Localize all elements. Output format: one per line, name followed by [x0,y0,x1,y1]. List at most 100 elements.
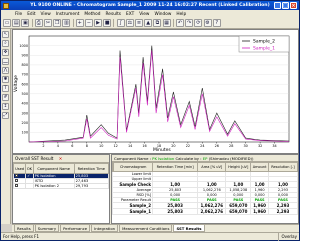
print-icon[interactable]: ⎙ [34,19,43,27]
col-chromatogram: Chromatogram [113,162,154,172]
cut-icon[interactable]: ✂ [43,19,52,27]
cell-value: 2,062,276 [197,208,227,215]
cell-value: 1,058,238 [225,187,252,193]
y-tick-label: 700 [22,73,28,77]
calculate-by-value: EP [202,156,208,161]
col-retention-time: Retention Time [min] [152,162,199,172]
app-icon [3,2,9,9]
copy-icon[interactable]: ❐ [53,19,62,27]
tab-sst-results[interactable]: SST Results [173,225,205,232]
menu-view[interactable]: View [41,12,51,17]
col-retention-time: Retention Time [73,163,110,174]
integrate-icon[interactable]: ∫ [116,19,125,27]
y-tick-label: 300 [22,111,28,115]
chart-icon[interactable]: ▲ [144,19,153,27]
settings-icon[interactable]: ⚙ [203,19,212,27]
maximize-button[interactable]: □ [282,2,289,9]
x-tick-label: 12 [114,144,118,148]
tab-measurement-conditions[interactable]: Measurement Conditions [119,225,173,232]
help-icon[interactable]: ? [212,19,221,27]
zoom-icon[interactable]: ⌕ [2,40,9,47]
report-icon[interactable]: ≡ [135,19,143,27]
y-tick-label: 800 [22,63,28,67]
menu-help[interactable]: Help [176,12,186,17]
legend-sample-1: Sample_1 [253,46,275,52]
tab-summary[interactable]: Summary [34,225,60,232]
col-component-name: Component Name [32,163,75,174]
status-bar: For Help, press F1 Overlay [1,232,299,241]
used-checkbox[interactable] [15,184,18,187]
x-tick-label: 30 [244,144,248,148]
redo-icon[interactable]: ↷ [185,19,194,27]
status-mode: Overlay [278,233,297,241]
col-used: Used [12,163,27,174]
fail-icon: ✕ [58,156,63,161]
x-axis-label: Minutes [153,147,171,153]
pan-icon[interactable]: ✥ [2,49,9,56]
x-tick-label: 4 [57,144,59,148]
undo-icon[interactable]: ↶ [175,19,184,27]
legend-sample-2: Sample_2 [253,39,275,45]
calibrate-icon[interactable]: ⚖ [125,19,134,27]
pointer-icon[interactable]: ↖ [2,31,9,38]
menu-view-2[interactable]: View [139,12,149,17]
cell-value: 659,070 [225,208,252,215]
menu-edit[interactable]: Edit [27,12,35,17]
y-tick-label: 600 [22,82,28,86]
baseline-icon[interactable]: ⎽ [2,58,9,65]
row-label: Sample Check [111,181,154,188]
fit-icon[interactable]: ⤢ [2,112,9,119]
new-icon[interactable]: ▭ [3,19,11,27]
table-icon[interactable]: ▦ [162,19,171,27]
marker-icon[interactable]: ✱ [2,76,9,83]
minimize-button[interactable]: _ [274,2,281,9]
open-icon[interactable]: ▤ [12,19,21,27]
peak-icon[interactable]: ⋀ [2,67,9,74]
table-row[interactable]: Sample_1 25,803 2,062,276 659,070 1,960 2,293 [111,208,299,215]
x-tick-label: 8 [86,144,88,148]
menu-bar: File Edit View Instrument Method Results… [1,10,299,18]
menu-ext[interactable]: EXT [126,12,134,17]
sst-component-table: Used OK Component Name Retention Time ✓ … [12,163,110,189]
x-tick-label: 28 [229,144,233,148]
overlay-icon[interactable]: ⧉ [153,19,162,27]
x-tick-label: 34 [272,144,276,148]
run-icon[interactable]: ▶ [94,19,103,27]
y-tick-label: 500 [22,92,28,96]
x-tick-label: 10 [99,144,103,148]
left-toolbar: ↖ ⌕ ✥ ⎽ ⋀ ✱ T # ↕ ⤢ [1,29,11,224]
method-name: (Shimadzu (MODIFIED)) [208,156,254,161]
sst-results-panel: Component Name : PK Isolation Calculate … [111,154,299,224]
used-checkbox[interactable] [15,179,18,182]
menu-window[interactable]: Window [154,12,171,17]
menu-file[interactable]: File [15,12,22,17]
y-axis-label: Voltage [13,75,19,92]
tab-integration[interactable]: Integration [91,225,119,232]
tab-performance[interactable]: Performance [60,225,91,232]
save-icon[interactable]: ▣ [21,19,30,27]
x-tick-label: 20 [171,144,175,148]
text-icon[interactable]: T [2,85,9,92]
window-title: YL 9100 ONLINE - Chromatogram Sample_1 2… [30,3,270,8]
menu-method[interactable]: Method [84,12,100,17]
grid-icon[interactable]: # [2,94,9,101]
stop-icon[interactable]: ■ [103,19,112,27]
close-button[interactable]: × [290,2,297,9]
cell-value: 1,960 [250,208,269,215]
zoom-in-icon[interactable]: + [75,19,84,27]
x-tick-label: 6 [71,144,73,148]
x-tick-label: 2 [42,144,44,148]
used-checkbox[interactable] [15,174,18,177]
table-row[interactable]: PK Isolation 2 29,793 [12,183,110,189]
x-tick-label: 22 [186,144,190,148]
zoom-out-icon[interactable]: − [84,19,93,27]
paste-icon[interactable]: ▥ [62,19,71,27]
chromatogram-chart[interactable]: 100 200 300 400 500 600 700 800 900 1000 2 4 6 8 10 12 1… [12,29,299,154]
menu-results[interactable]: Results [106,12,122,17]
cell-value: 1,062,276 [197,202,227,209]
sst-results-header: Component Name : PK Isolation Calculate … [112,155,298,162]
tab-results[interactable]: Results [14,225,34,232]
scale-icon[interactable]: ↕ [2,103,9,110]
refresh-icon[interactable]: ⟳ [194,19,203,27]
menu-instrument[interactable]: Instrument [56,12,80,17]
